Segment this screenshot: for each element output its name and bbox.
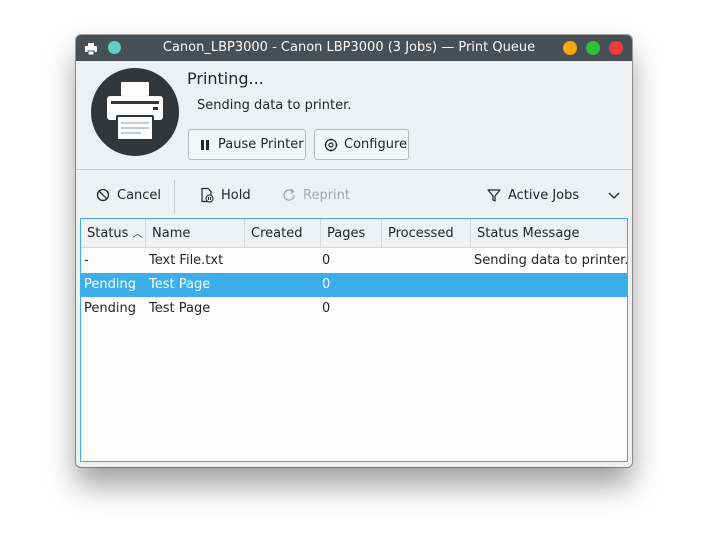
configure-label: Configure <box>344 137 408 152</box>
column-header-pages[interactable]: Pages <box>321 219 382 248</box>
maximize-button[interactable] <box>586 41 600 55</box>
close-button[interactable] <box>609 41 623 55</box>
cell-name: Test Page <box>149 277 211 292</box>
table-row[interactable]: - Text File.txt 0 Sending data to printe… <box>81 249 627 273</box>
reprint-job-button[interactable]: Reprint <box>281 185 350 205</box>
column-header-created[interactable]: Created <box>245 219 321 248</box>
printer-state-title: Printing... <box>187 69 264 88</box>
table-header: Status ︿ Name Created Pages Processed Sta… <box>81 219 627 248</box>
window-title: Canon_LBP3000 - Canon LBP3000 (3 Jobs) —… <box>162 40 536 55</box>
column-header-status[interactable]: Status ︿ <box>81 219 146 248</box>
cell-status: Pending <box>84 301 136 316</box>
refresh-icon <box>281 187 297 203</box>
chevron-down-icon <box>606 187 622 203</box>
cell-status-message: Sending data to printer. <box>474 253 628 268</box>
hold-job-button[interactable]: Hold <box>199 185 251 205</box>
column-header-name[interactable]: Name <box>146 219 245 248</box>
minimize-button[interactable] <box>563 41 577 55</box>
cell-status: Pending <box>84 277 136 292</box>
cell-status: - <box>84 253 89 268</box>
cell-name: Test Page <box>149 301 211 316</box>
filter-icon <box>486 187 502 203</box>
reprint-label: Reprint <box>303 187 350 203</box>
sort-ascending-icon: ︿ <box>132 229 143 240</box>
print-queue-window: Canon_LBP3000 - Canon LBP3000 (3 Jobs) —… <box>76 35 632 467</box>
toolbar-separator <box>174 180 175 214</box>
pause-icon <box>198 138 212 152</box>
active-jobs-label: Active Jobs <box>508 187 580 203</box>
jobs-toolbar: Cancel Hold Reprint Active Jobs <box>76 170 632 218</box>
gear-icon <box>324 138 338 152</box>
cell-pages: 0 <box>322 301 331 316</box>
title-bar[interactable]: Canon_LBP3000 - Canon LBP3000 (3 Jobs) —… <box>76 35 632 61</box>
table-row-selected[interactable]: Pending Test Page 0 <box>81 273 627 297</box>
cell-pages: 0 <box>322 277 331 292</box>
pause-printer-button[interactable]: Pause Printer <box>188 129 306 160</box>
jobs-table[interactable]: Status ︿ Name Created Pages Processed Sta… <box>80 218 628 462</box>
keep-above-button[interactable] <box>108 41 121 54</box>
cancel-icon <box>95 187 111 203</box>
active-jobs-filter[interactable]: Active Jobs <box>486 185 579 205</box>
configure-button[interactable]: Configure <box>314 129 409 160</box>
cancel-label: Cancel <box>117 187 162 203</box>
toolbar-overflow-menu[interactable] <box>606 185 628 205</box>
cancel-job-button[interactable]: Cancel <box>95 185 161 205</box>
printer-app-icon[interactable] <box>84 41 98 56</box>
hold-document-icon <box>199 187 215 203</box>
cell-pages: 0 <box>322 253 331 268</box>
printer-icon <box>91 68 179 156</box>
column-header-processed[interactable]: Processed <box>382 219 471 248</box>
hold-label: Hold <box>221 187 251 203</box>
table-row[interactable]: Pending Test Page 0 <box>81 297 627 321</box>
printer-state-message: Sending data to printer. <box>197 98 352 113</box>
pause-printer-label: Pause Printer <box>218 137 304 152</box>
column-header-status-message[interactable]: Status Message <box>471 219 627 248</box>
cell-name: Text File.txt <box>149 253 224 268</box>
